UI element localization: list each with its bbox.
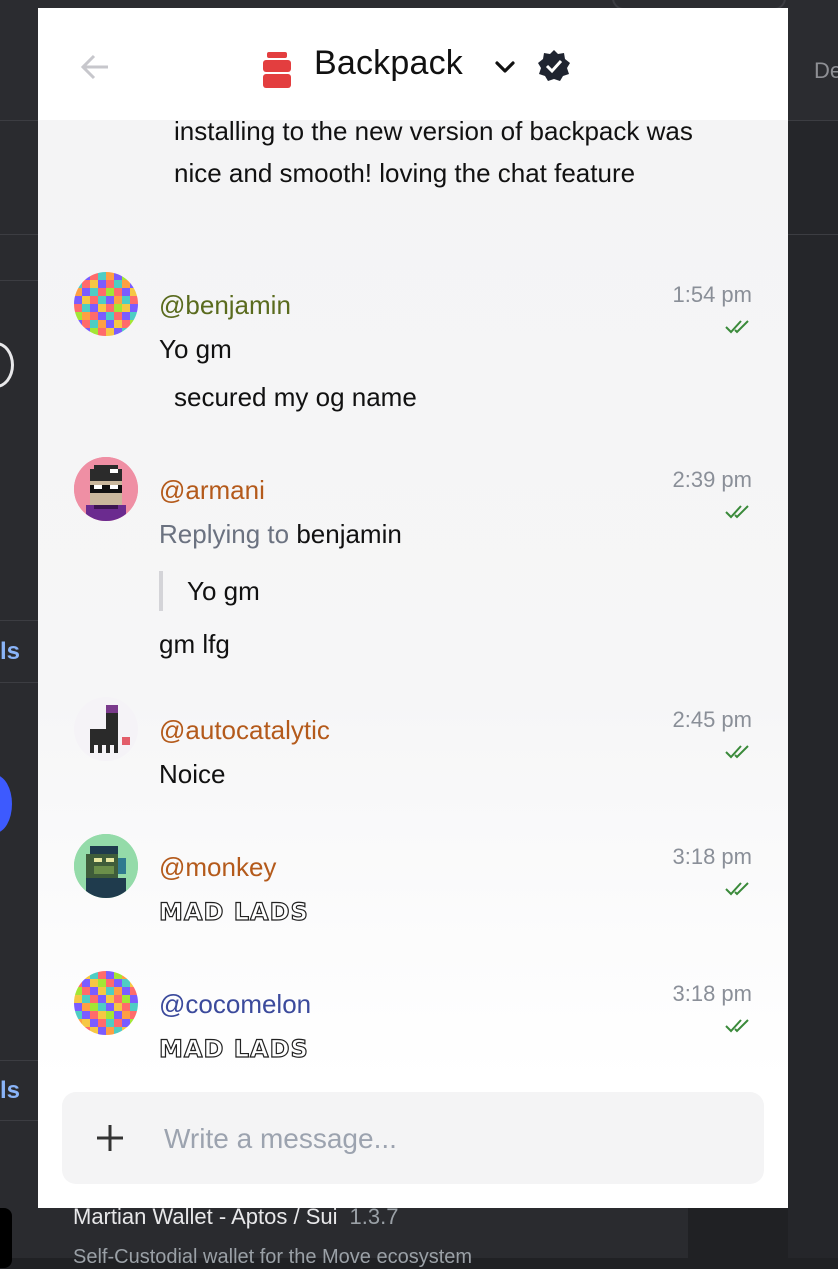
avatar[interactable]: [74, 272, 138, 336]
avatar[interactable]: [74, 971, 138, 1035]
backpack-logo-icon: [263, 52, 291, 88]
background-link-text[interactable]: ls: [0, 638, 20, 666]
message-username[interactable]: @benjamin: [159, 290, 291, 321]
avatar[interactable]: [74, 697, 138, 761]
background-link-text[interactable]: ls: [0, 1077, 20, 1105]
channel-title[interactable]: Backpack: [314, 44, 463, 83]
message-text: Noice: [159, 759, 226, 789]
verified-badge-icon: [538, 50, 570, 81]
divider: [0, 1120, 38, 1121]
divider: [0, 234, 38, 235]
divider: [0, 1060, 38, 1061]
read-receipt-icon: [725, 745, 749, 759]
quote-bar: [159, 571, 163, 611]
message-composer: [62, 1092, 764, 1184]
avatar[interactable]: [74, 457, 138, 521]
read-receipt-icon: [725, 1019, 749, 1033]
chat-header: Backpack: [38, 8, 788, 120]
background-tab-text: De: [814, 58, 838, 83]
message-username[interactable]: @cocomelon: [159, 989, 311, 1020]
read-receipt-icon: [725, 505, 749, 519]
chevron-down-icon[interactable]: [492, 54, 518, 80]
message-timestamp: 3:18 pm: [672, 981, 753, 1006]
message-text: installing to the new version of backpac…: [174, 120, 693, 188]
divider: [0, 120, 38, 121]
message-list[interactable]: installing to the new version of backpac…: [38, 120, 788, 1080]
message-timestamp: 3:18 pm: [672, 844, 753, 869]
divider: [788, 120, 838, 121]
reply-target-user[interactable]: benjamin: [296, 519, 402, 549]
message-timestamp: 2:45 pm: [672, 707, 753, 732]
message-text: MAD LADS: [158, 1034, 309, 1063]
message-timestamp: 1:54 pm: [672, 282, 753, 307]
read-receipt-icon: [725, 882, 749, 896]
background-corner: [0, 1208, 12, 1268]
background-right-panel: [788, 120, 838, 1258]
divider: [0, 682, 38, 683]
quoted-message[interactable]: Yo gm: [187, 576, 260, 607]
message-username[interactable]: @monkey: [159, 852, 276, 883]
divider: [0, 280, 38, 281]
message-text: MAD LADS: [158, 897, 309, 926]
divider: [0, 620, 38, 621]
arrow-left-icon[interactable]: [78, 50, 112, 84]
avatar[interactable]: [74, 834, 138, 898]
chat-popup: installing to the new version of backpac…: [38, 8, 788, 1208]
message-text: Yo gm: [159, 334, 232, 364]
plus-icon[interactable]: [94, 1122, 126, 1154]
message-username[interactable]: @armani: [159, 475, 265, 506]
reply-label: Replying to benjamin: [159, 519, 402, 549]
message-input[interactable]: [162, 1112, 726, 1166]
message-text: secured my og name: [174, 382, 417, 412]
message-text: gm lfg: [159, 629, 230, 659]
divider: [788, 234, 838, 235]
message-timestamp: 2:39 pm: [672, 467, 753, 492]
message-username[interactable]: @autocatalytic: [159, 715, 330, 746]
read-receipt-icon: [725, 320, 749, 334]
